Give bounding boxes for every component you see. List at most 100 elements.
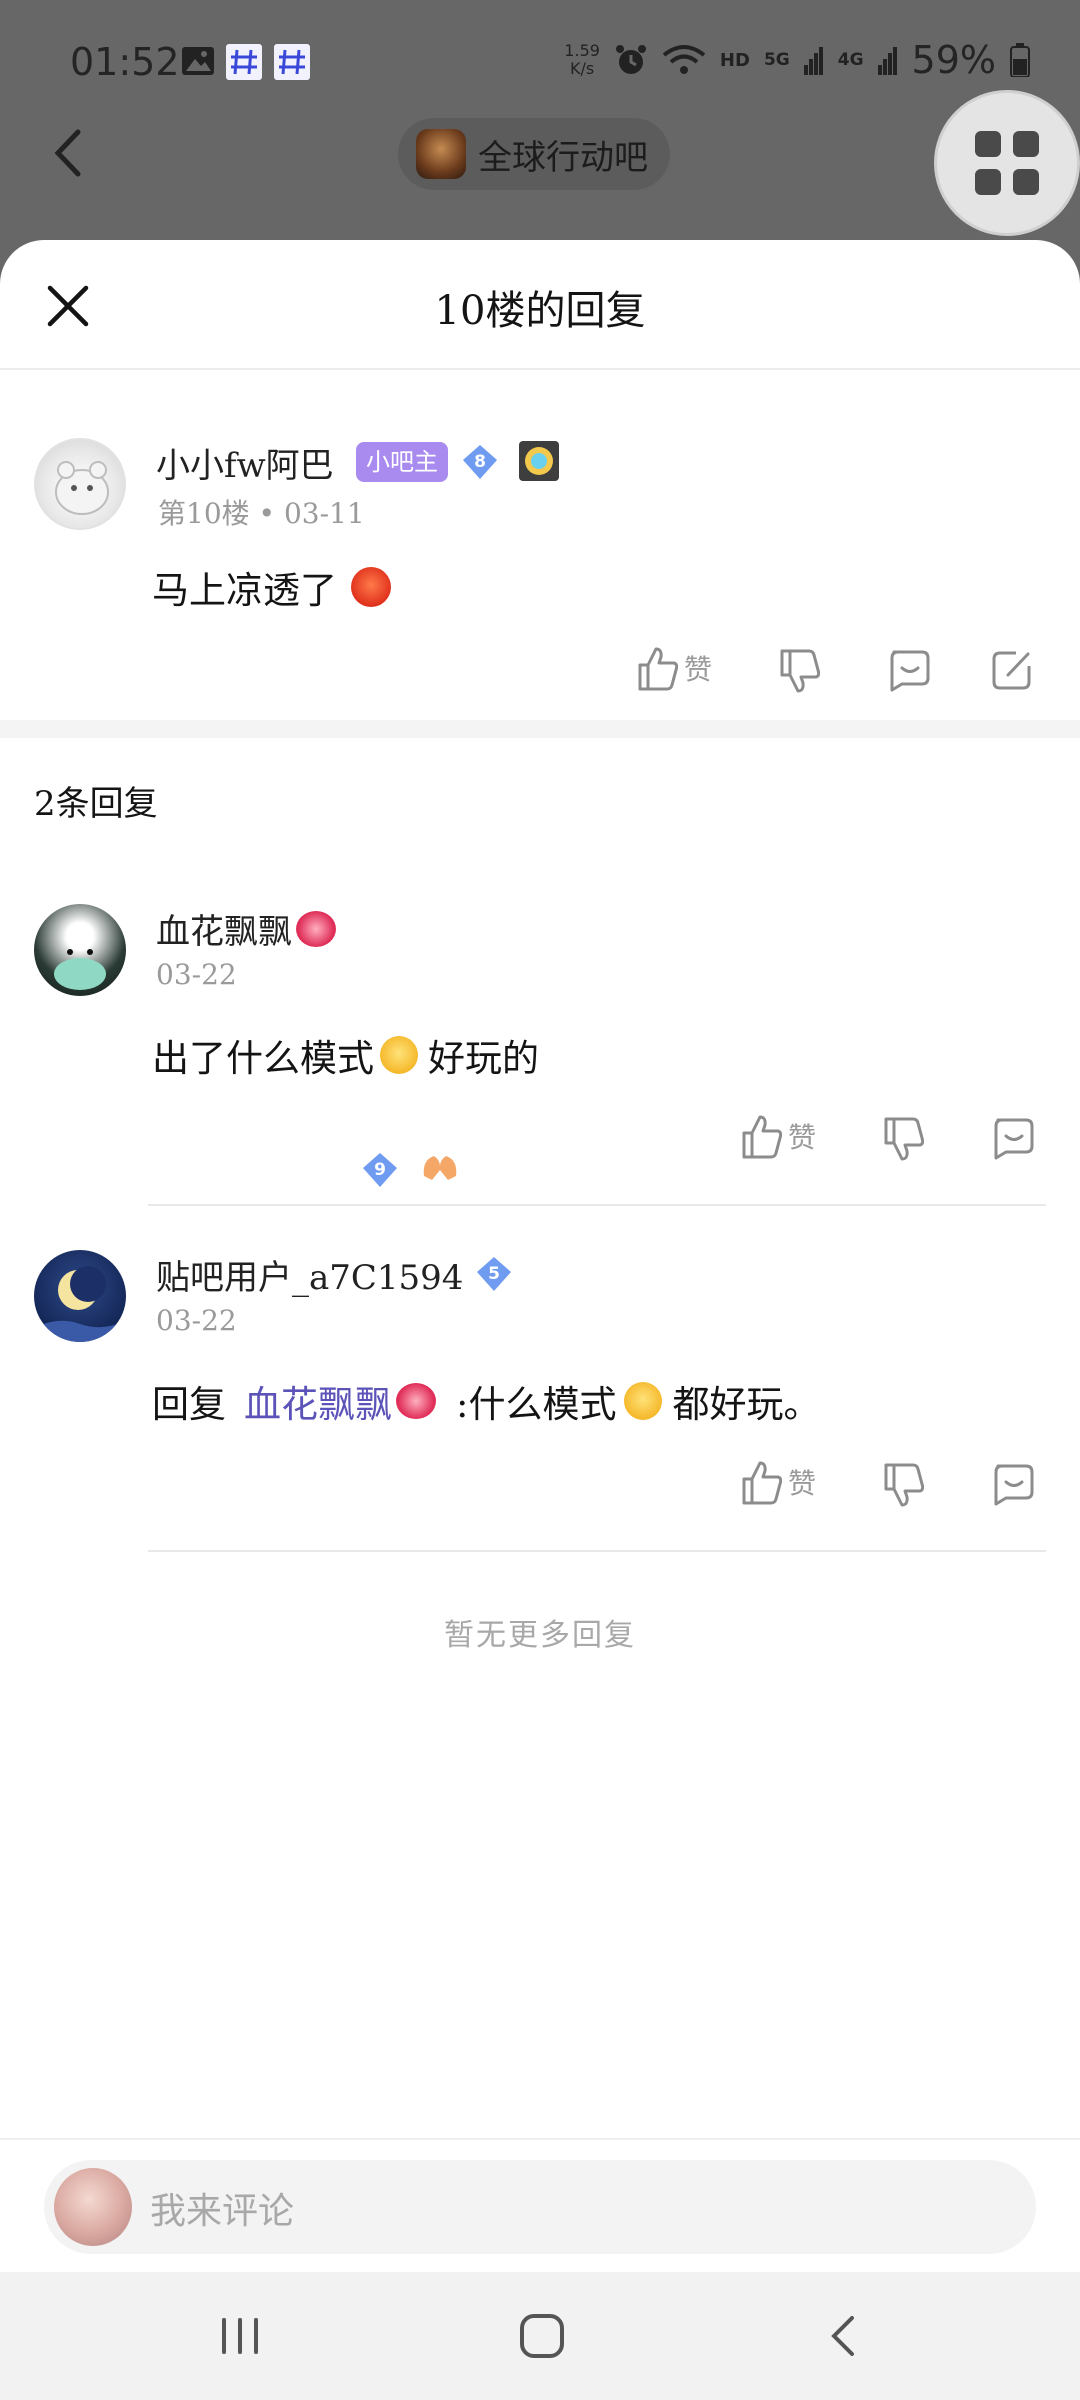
home-icon[interactable] (512, 2306, 572, 2366)
wifi-icon (662, 45, 706, 74)
level-diamond-icon: 9 (363, 1153, 397, 1187)
status-bar: 01:52 1.59 K/s HD 5G 4G 59% (0, 0, 1080, 120)
heart-hands-icon (423, 1156, 457, 1180)
moon-avatar-icon (34, 1266, 126, 1342)
reply-prefix: 回复 (152, 1383, 226, 1426)
level-number: 9 (374, 1160, 386, 1180)
avatar[interactable] (34, 438, 126, 530)
comment-icon (994, 1464, 1034, 1506)
username[interactable]: 血花飘飘 (156, 904, 336, 953)
worried-emoji-icon (380, 1036, 418, 1074)
edit-icon (992, 651, 1031, 690)
system-nav-bar (0, 2272, 1080, 2400)
avatar[interactable] (34, 1250, 126, 1342)
net-speed-value: 1.59 (564, 41, 600, 60)
grid-icon (1013, 131, 1039, 157)
back-nav-icon[interactable] (814, 2306, 874, 2366)
level-diamond-icon: 5 (477, 1257, 511, 1291)
reply-sheet: 10楼的回复 小小fw阿巴 小吧主 8 第10楼 • 03-11 马上凉透了 赞 (0, 240, 1080, 2170)
hashtag-app-icon (226, 44, 262, 80)
no-more-replies: 暂无更多回复 (444, 1618, 636, 1653)
reply-text: 出了什么模式 (152, 1037, 374, 1080)
thumbs-down-icon (780, 649, 820, 693)
post-text: 马上凉透了 (152, 569, 337, 612)
thumbs-down-icon (884, 1117, 924, 1161)
battery-percent: 59% (911, 38, 996, 82)
angry-emoji-icon (351, 567, 391, 607)
comment-input[interactable]: 我来评论 (44, 2160, 1036, 2254)
hamster-avatar-icon (55, 461, 109, 515)
net-speed-unit: K/s (570, 59, 595, 78)
username[interactable]: 贴吧用户_a7C1594 (156, 1250, 463, 1299)
reply-button[interactable] (990, 1454, 1034, 1514)
menu-grid-button[interactable] (934, 90, 1080, 236)
like-label: 赞 (684, 653, 713, 686)
divider (148, 1550, 1046, 1552)
alarm-icon (615, 45, 646, 74)
forum-avatar (416, 129, 466, 179)
dislike-button[interactable] (882, 1108, 924, 1168)
reply-button[interactable] (886, 640, 930, 700)
sheet-header: 10楼的回复 (0, 240, 1080, 370)
dislike-button[interactable] (882, 1454, 924, 1514)
username[interactable]: 小小fw阿巴 (156, 438, 334, 487)
reply-button[interactable] (990, 1108, 1034, 1168)
like-button[interactable]: 赞 (740, 1452, 816, 1512)
worried-emoji-icon (624, 1382, 663, 1420)
forum-pill[interactable]: 全球行动吧 (398, 118, 670, 190)
reply-count: 2条回复 (34, 784, 158, 824)
signal-icon (877, 47, 897, 75)
comment-bar: 我来评论 (0, 2138, 1080, 2272)
divider (148, 1204, 1046, 1206)
sheet-title: 10楼的回复 (434, 288, 646, 334)
role-badge: 小吧主 (356, 442, 448, 482)
post-content: 马上凉透了 (152, 560, 391, 614)
section-divider (0, 720, 1080, 738)
medal-icon (519, 441, 559, 481)
like-button[interactable]: 赞 (636, 638, 712, 698)
grid-icon (975, 131, 1001, 157)
like-label: 赞 (788, 1121, 817, 1154)
thumbs-up-icon (638, 647, 678, 691)
reply-date: 03-22 (156, 958, 237, 991)
avatar[interactable] (34, 904, 126, 996)
thumbs-up-icon (742, 1461, 782, 1505)
reply-text: 好玩的 (428, 1037, 539, 1080)
like-label: 赞 (788, 1467, 817, 1500)
recent-apps-icon[interactable] (210, 2306, 270, 2366)
like-button[interactable]: 赞 (740, 1106, 816, 1166)
status-right: 1.59 K/s HD 5G 4G 59% (564, 38, 1030, 82)
reply-text: :什么模式 (456, 1383, 617, 1426)
net-speed: 1.59 K/s (564, 42, 600, 78)
comment-icon (994, 1118, 1034, 1160)
status-time: 01:52 (70, 40, 180, 84)
hibiscus-icon (396, 1383, 436, 1419)
username-text: 血花飘飘 (156, 912, 292, 952)
grid-icon (1013, 169, 1039, 195)
back-icon[interactable] (40, 118, 100, 188)
my-avatar (54, 2168, 132, 2246)
thumbs-down-icon (884, 1463, 924, 1507)
reply-text: 都好玩。 (672, 1383, 821, 1426)
masked-girl-avatar-icon (54, 949, 106, 990)
reply-content: 出了什么模式 好玩的 (152, 1028, 539, 1082)
hd-label: HD (719, 49, 750, 71)
reply-content: 回复 血花飘飘 :什么模式 都好玩。 (152, 1374, 820, 1428)
hibiscus-icon (296, 910, 336, 947)
edit-button[interactable] (990, 640, 1034, 700)
mention-link[interactable]: 血花飘飘 (244, 1374, 392, 1428)
thumbs-up-icon (742, 1115, 782, 1159)
level-diamond-icon: 8 (463, 445, 497, 479)
5g-label: 5G (763, 50, 790, 70)
dislike-button[interactable] (778, 640, 820, 700)
signal-icon (803, 47, 823, 75)
battery-icon (1010, 43, 1030, 77)
level-number: 8 (474, 452, 486, 472)
forum-name: 全球行动吧 (478, 137, 648, 178)
gallery-icon (182, 47, 214, 75)
reply-date: 03-22 (156, 1304, 237, 1337)
level-number: 5 (488, 1264, 500, 1284)
4g-label: 4G (837, 50, 864, 70)
floor-date: 第10楼 • 03-11 (158, 497, 365, 530)
grid-icon (975, 169, 1001, 195)
